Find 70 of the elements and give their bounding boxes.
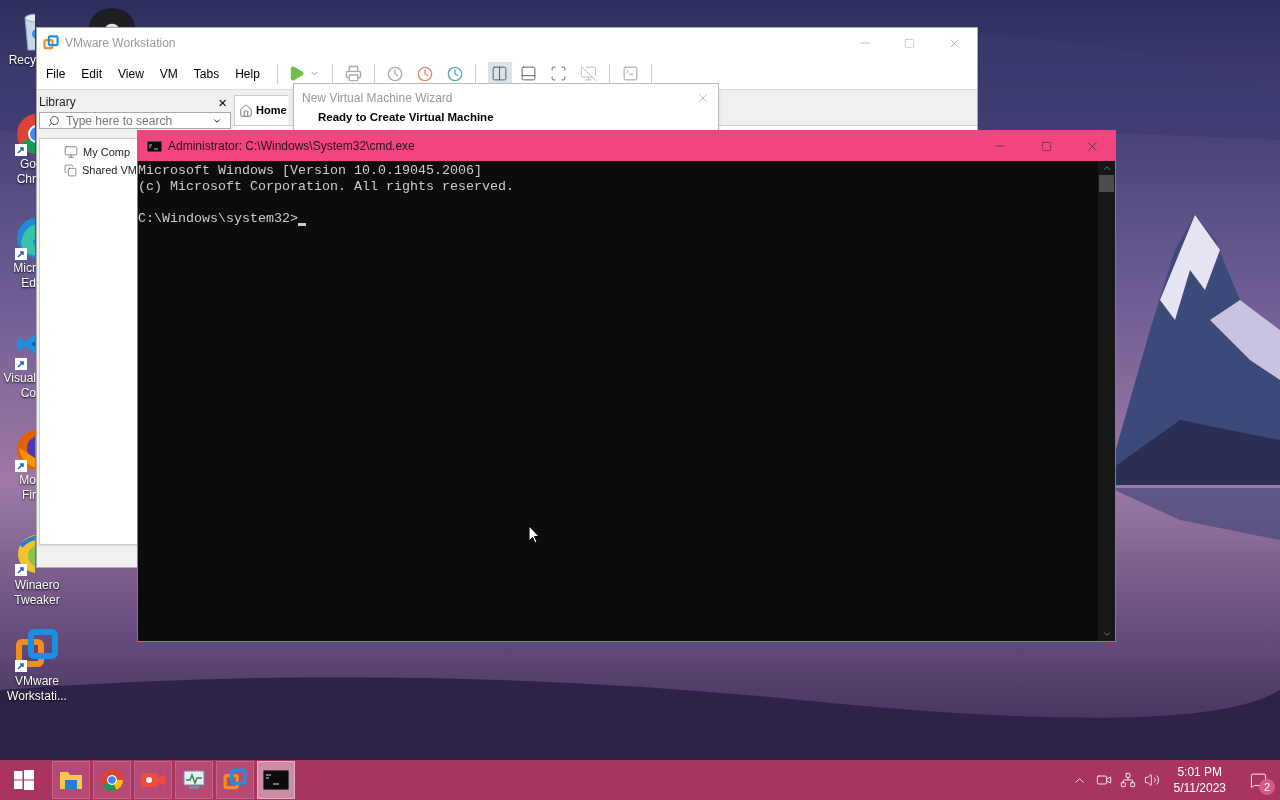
shortcut-arrow-icon	[15, 144, 27, 156]
terminal-icon	[263, 770, 289, 790]
scrollbar[interactable]	[1098, 161, 1115, 641]
window-title: VMware Workstation	[65, 35, 176, 52]
clock-icon[interactable]	[416, 65, 433, 82]
terminal-icon	[147, 140, 162, 152]
vmware-icon	[223, 768, 247, 792]
notification-badge: 2	[1259, 779, 1275, 795]
search-field[interactable]: Type here to search	[39, 112, 231, 129]
text-cursor	[297, 223, 306, 226]
close-button[interactable]: ×	[218, 94, 227, 110]
shortcut-arrow-icon	[15, 248, 27, 260]
menu-item[interactable]: File	[41, 62, 71, 85]
shortcut-arrow-icon	[15, 358, 27, 370]
clock-icon[interactable]	[446, 65, 463, 82]
shared-vm-icon	[64, 163, 77, 177]
folder-icon	[59, 769, 83, 791]
maximize-icon	[1040, 140, 1052, 152]
taskbar-app-button[interactable]	[257, 761, 295, 799]
clock[interactable]: 5:01 PM 5/11/2023	[1167, 764, 1232, 796]
home-icon	[239, 103, 253, 118]
camera-icon[interactable]	[1095, 772, 1112, 788]
scrollbar-thumb[interactable]	[1099, 175, 1114, 192]
chrome-icon	[100, 768, 124, 792]
tab[interactable]: Home	[234, 95, 288, 125]
mouse-pointer-icon	[528, 525, 540, 544]
icon-label: VMware Workstati...	[7, 674, 67, 704]
screen-off-icon[interactable]	[579, 65, 597, 82]
window-title: Administrator: C:\Windows\System32\cmd.exe	[168, 138, 415, 155]
menu-item[interactable]: Help	[230, 62, 265, 85]
menu-item[interactable]: VM	[154, 62, 183, 85]
tree-item[interactable]: Shared VM	[64, 161, 138, 179]
windows-icon	[14, 770, 34, 790]
scroll-up-icon[interactable]	[1101, 163, 1112, 173]
panel-icon[interactable]	[519, 65, 537, 82]
maximize-icon	[904, 37, 915, 49]
terminal-line: Microsoft Windows [Version 10.0.19045.2006]	[138, 163, 482, 179]
dialog-heading: Ready to Create Virtual Machine	[317, 110, 495, 124]
monitor-graph-icon	[182, 769, 206, 791]
menu-item[interactable]: View	[113, 62, 149, 85]
sidebar-view-button[interactable]	[487, 61, 512, 86]
terminal-line: (c) Microsoft Corporation. All rights reserved.	[138, 179, 514, 195]
notifications-button[interactable]: 2	[1236, 760, 1280, 800]
icon-label: Winaero Tweaker	[14, 578, 60, 608]
shortcut-arrow-icon	[15, 564, 27, 576]
icon-label: Visual Co	[2, 371, 36, 401]
clock-icon[interactable]	[386, 65, 403, 82]
shortcut-arrow-icon	[15, 660, 27, 672]
app-icon[interactable]	[89, 8, 135, 28]
menu-item[interactable]: Tabs	[188, 62, 225, 85]
dialog-title: New Virtual Machine Wizard	[302, 90, 453, 107]
search-icon	[48, 114, 60, 127]
fullscreen-icon[interactable]	[549, 65, 567, 82]
shortcut-arrow-icon	[15, 460, 27, 472]
tree-item[interactable]: My Comp	[64, 143, 131, 161]
icon-label: Mo Fir	[18, 473, 36, 503]
volume-icon[interactable]	[1143, 772, 1160, 788]
vmware-icon	[43, 35, 59, 51]
scroll-down-icon[interactable]	[1101, 629, 1112, 639]
network-icon[interactable]	[1119, 772, 1136, 788]
terminal-prompt: C:\Windows\system32>	[138, 211, 298, 227]
monitor-icon	[64, 145, 78, 159]
icon-label: Go Chr	[15, 157, 36, 187]
video-camera-icon	[140, 770, 166, 790]
console-icon[interactable]	[621, 65, 639, 82]
close-icon[interactable]	[696, 91, 710, 105]
menu-item[interactable]: Edit	[76, 62, 108, 85]
icon-label: Micr Ed	[12, 261, 36, 291]
panel-title: Library	[39, 94, 76, 111]
icon-label: Recy	[7, 53, 36, 68]
